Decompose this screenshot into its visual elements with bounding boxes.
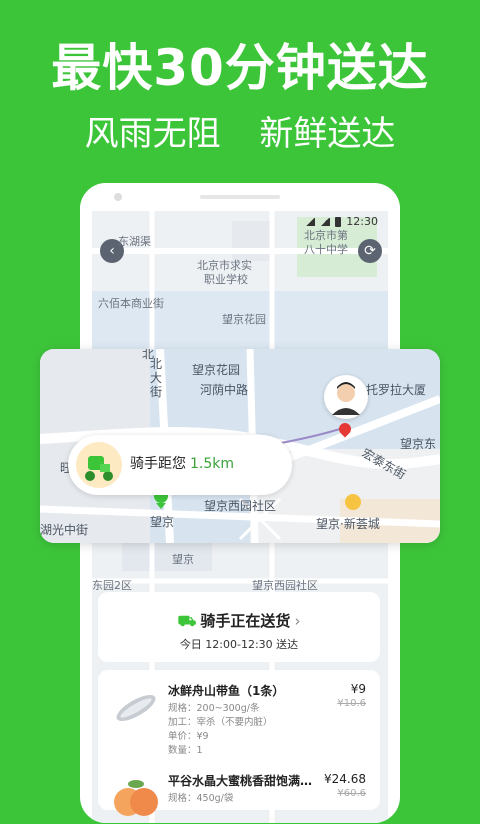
item-orig-price: ¥10.6 <box>337 698 366 709</box>
delivery-time: 今日 12:00-12:30 送达 <box>179 638 299 651</box>
map-label: 河荫中路 <box>200 383 249 397</box>
delivery-title: 骑手正在送货 <box>200 612 291 630</box>
refresh-button[interactable]: ⟳ <box>358 239 382 263</box>
phone-top-bezel <box>80 183 400 213</box>
map-label: 望京 <box>172 553 194 566</box>
camera-dot <box>114 193 122 201</box>
item-price: ¥24.68 <box>324 772 366 786</box>
item-spec: 规格：450g/袋 <box>168 793 234 804</box>
map-label: 街 <box>150 385 163 399</box>
rider-distance-bubble[interactable]: 骑手距您 1.5km <box>68 435 292 495</box>
promo-sub-left: 风雨无阻 <box>84 114 221 154</box>
map-label: 望京西园社区 <box>252 579 318 592</box>
map-label: 职业学校 <box>204 273 248 286</box>
rider-label: 骑手距您 <box>130 456 186 472</box>
item-spec: 规格：200~300g/条 <box>168 703 260 714</box>
promo-subline: 风雨无阻 新鲜送达 <box>0 106 480 155</box>
zoomed-map-popup[interactable]: 北 顺 北 大 街 望京花园 河荫中路 托罗拉大厦 望京东 宏泰东街 街 望京西… <box>40 349 440 543</box>
rider-distance: 1.5km <box>190 456 235 472</box>
item-orig-price: ¥60.6 <box>337 788 366 799</box>
promo-headline: 最快30分钟送达 <box>51 39 429 97</box>
map-label: 望京东 <box>400 437 437 451</box>
item-unit-price: 单价：¥9 <box>168 731 209 742</box>
map-label: 望京·新荟城 <box>316 517 380 531</box>
rider-distance-text: 骑手距您 1.5km <box>130 453 234 473</box>
map-label: 东园2区 <box>92 579 132 592</box>
item-quantity: 数量：1 <box>168 745 203 756</box>
item-name: 平谷水晶大蜜桃香甜饱满… <box>168 774 313 788</box>
rider-scooter-icon <box>76 442 122 488</box>
store-pin-icon <box>345 494 361 510</box>
order-items-card: 冰鲜舟山带鱼（1条） ¥9 ¥10.6 规格：200~300g/条 加工：宰杀（… <box>98 670 380 816</box>
wifi-icon <box>305 217 316 226</box>
item-price: ¥9 <box>350 682 366 696</box>
map-label: 湖光中街 <box>40 523 89 537</box>
promo-sub-right: 新鲜送达 <box>259 114 396 154</box>
map-label: 八十中学 <box>304 243 348 256</box>
item-name: 冰鲜舟山带鱼（1条） <box>168 684 285 698</box>
signal-icon <box>320 217 331 226</box>
fish-icon <box>116 695 156 721</box>
map-label: 望京花园 <box>222 313 266 326</box>
delivery-status-card[interactable]: ⛟ 骑手正在送货 › 今日 12:00-12:30 送达 <box>98 592 380 662</box>
map-label: 托罗拉大厦 <box>366 383 427 397</box>
status-time: 12:30 <box>346 215 378 228</box>
map-label: 东湖渠 <box>118 235 151 248</box>
peach-icon <box>114 780 158 816</box>
battery-icon <box>335 216 342 227</box>
speaker-slot <box>200 195 280 199</box>
customer-avatar <box>324 375 368 419</box>
truck-icon: ⛟ <box>177 612 197 630</box>
delivery-title-row: ⛟ 骑手正在送货 › <box>98 610 380 632</box>
map-label: 六佰本商业街 <box>98 297 164 310</box>
item-process: 加工：宰杀（不要内脏） <box>168 717 273 728</box>
chevron-right-icon[interactable]: › <box>294 612 300 630</box>
map-label: 望京西园社区 <box>204 499 277 513</box>
map-label: 望京 <box>150 515 175 529</box>
map-label: 望京花园 <box>192 363 241 377</box>
